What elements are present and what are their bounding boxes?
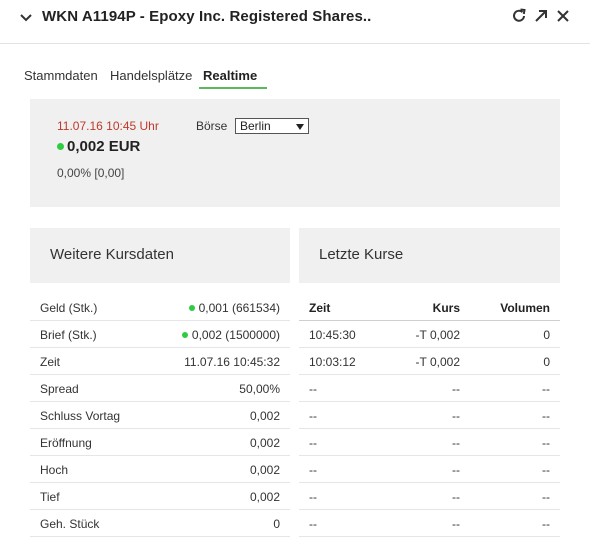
row-label: Schluss Vortag — [40, 409, 121, 423]
row-label: Spread — [40, 382, 79, 396]
table-header-row: Zeit Kurs Volumen — [299, 294, 560, 321]
table-row: -- -- -- — [299, 483, 560, 510]
cell-zeit: -- — [309, 463, 317, 477]
tab-handelsplaetze[interactable]: Handelsplätze — [110, 68, 192, 83]
row-label: Eröffnung — [40, 436, 92, 450]
table-row: Zeit 11.07.16 10:45:32 — [30, 348, 290, 375]
column-header-volumen[interactable]: Volumen — [500, 301, 550, 315]
cell-volumen: -- — [542, 463, 550, 477]
row-label: Zeit — [40, 355, 61, 369]
row-value-text: 0,001 (661534) — [198, 301, 280, 315]
active-tab-indicator — [199, 87, 267, 89]
letzte-kurse-header: Letzte Kurse — [299, 228, 560, 283]
row-value: 0,002 — [249, 409, 280, 423]
cell-kurs: -- — [452, 463, 460, 477]
cell-zeit: -- — [309, 436, 317, 450]
tab-realtime[interactable]: Realtime — [203, 68, 257, 83]
cell-kurs: -- — [452, 409, 460, 423]
table-row: -- -- -- — [299, 510, 560, 537]
table-row: -- -- -- — [299, 429, 560, 456]
cell-zeit: 10:03:12 — [309, 355, 356, 369]
table-row: Spread 50,00% — [30, 375, 290, 402]
window-header: WKN A1194P - Epoxy Inc. Registered Share… — [0, 0, 590, 44]
close-icon[interactable] — [554, 7, 572, 25]
boerse-select[interactable]: Berlin — [235, 118, 309, 134]
row-value: 50,00% — [239, 382, 280, 396]
table-row: 10:03:12 -T 0,002 0 — [299, 348, 560, 375]
table-row: Geh. Stück 0 — [30, 510, 290, 537]
cell-kurs: -- — [452, 436, 460, 450]
cell-volumen: -- — [542, 517, 550, 531]
cell-volumen: 0 — [543, 355, 550, 369]
section-title: Weitere Kursdaten — [50, 246, 174, 263]
section-title: Letzte Kurse — [319, 246, 404, 263]
row-value: 0,001 (661534) — [188, 301, 280, 315]
row-value: 0,002 — [249, 463, 280, 477]
chevron-down-icon[interactable] — [18, 10, 34, 26]
row-label: Hoch — [40, 463, 69, 477]
row-value: 11.07.16 10:45:32 — [184, 355, 280, 369]
table-row: 10:45:30 -T 0,002 0 — [299, 321, 560, 348]
status-dot-icon — [188, 305, 195, 311]
quote-price: 0,002 EUR — [67, 138, 141, 155]
cell-volumen: -- — [542, 490, 550, 504]
open-external-icon[interactable] — [532, 7, 550, 25]
table-row: Eröffnung 0,002 — [30, 429, 290, 456]
table-row: Tief 0,002 — [30, 483, 290, 510]
table-row: Brief (Stk.) 0,002 (1500000) — [30, 321, 290, 348]
row-label: Tief — [40, 490, 60, 504]
cell-kurs: -- — [452, 382, 460, 396]
cell-volumen: -- — [542, 382, 550, 396]
row-value: 0,002 — [249, 436, 280, 450]
tab-stammdaten[interactable]: Stammdaten — [24, 68, 98, 83]
row-value: 0,002 — [249, 490, 280, 504]
status-dot-icon — [57, 143, 64, 150]
status-dot-icon — [181, 332, 188, 338]
row-label: Geld (Stk.) — [40, 301, 98, 315]
table-row: -- -- -- — [299, 375, 560, 402]
cell-kurs: -- — [452, 517, 460, 531]
window-title: WKN A1194P - Epoxy Inc. Registered Share… — [42, 8, 372, 25]
dropdown-arrow-icon — [296, 124, 304, 130]
table-row: Hoch 0,002 — [30, 456, 290, 483]
cell-kurs: -T 0,002 — [415, 355, 460, 369]
cell-volumen: 0 — [543, 328, 550, 342]
row-label: Geh. Stück — [40, 517, 100, 531]
quote-datetime: 11.07.16 10:45 Uhr — [57, 119, 159, 133]
realtime-quote-panel: 11.07.16 10:45 Uhr 0,002 EUR 0,00% [0,00… — [30, 99, 560, 207]
table-row: Schluss Vortag 0,002 — [30, 402, 290, 429]
boerse-select-value: Berlin — [240, 119, 271, 133]
cell-zeit: 10:45:30 — [309, 328, 356, 342]
cell-zeit: -- — [309, 382, 317, 396]
boerse-label: Börse — [196, 119, 228, 133]
row-value: 0,002 (1500000) — [181, 328, 280, 342]
column-header-kurs[interactable]: Kurs — [433, 301, 460, 315]
refresh-icon[interactable] — [510, 7, 528, 25]
row-value: 0 — [273, 517, 280, 531]
row-value-text: 0,002 (1500000) — [191, 328, 280, 342]
cell-kurs: -- — [452, 490, 460, 504]
column-header-zeit[interactable]: Zeit — [309, 301, 330, 315]
cell-volumen: -- — [542, 436, 550, 450]
table-row: Geld (Stk.) 0,001 (661534) — [30, 294, 290, 321]
cell-kurs: -T 0,002 — [415, 328, 460, 342]
quote-change: 0,00% [0,00] — [57, 166, 125, 180]
cell-volumen: -- — [542, 409, 550, 423]
table-row: -- -- -- — [299, 456, 560, 483]
row-label: Brief (Stk.) — [40, 328, 97, 342]
cell-zeit: -- — [309, 490, 317, 504]
weitere-kursdaten-header: Weitere Kursdaten — [30, 228, 290, 283]
weitere-kursdaten-table: Geld (Stk.) 0,001 (661534) Brief (Stk.) … — [30, 294, 290, 537]
cell-zeit: -- — [309, 409, 317, 423]
letzte-kurse-table: Zeit Kurs Volumen 10:45:30 -T 0,002 0 10… — [299, 294, 560, 537]
table-row: -- -- -- — [299, 402, 560, 429]
cell-zeit: -- — [309, 517, 317, 531]
